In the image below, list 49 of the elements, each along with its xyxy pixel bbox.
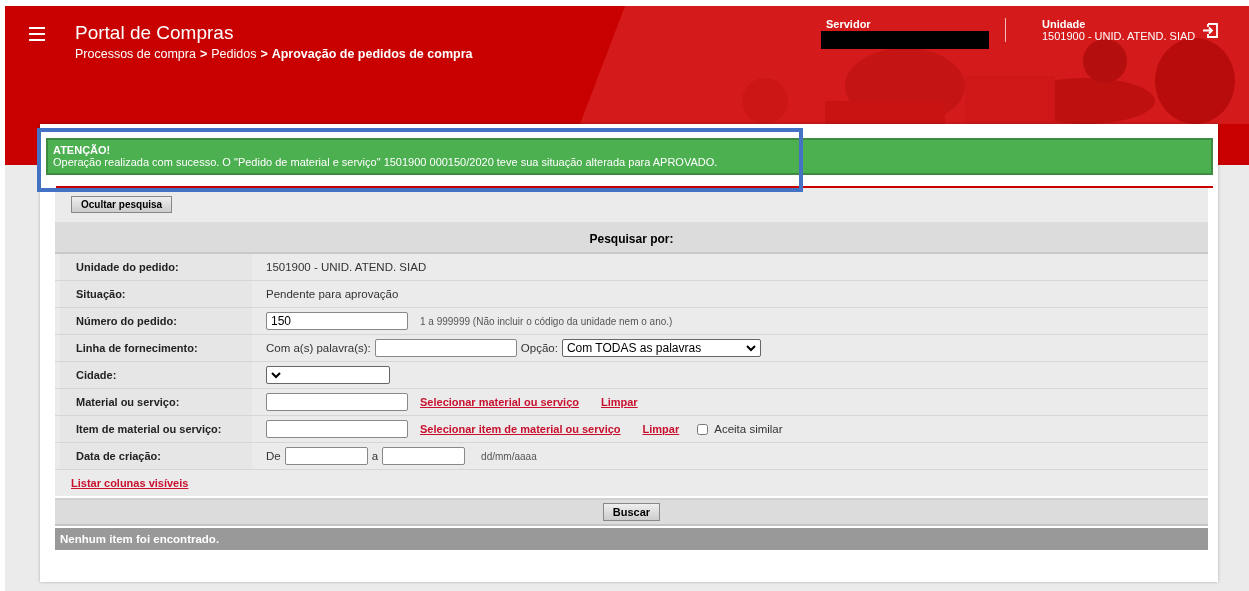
field-label: Com a(s) palavra(s):: [266, 342, 371, 354]
section-header: Pesquisar por:: [55, 222, 1208, 254]
breadcrumb-separator: >: [260, 47, 268, 61]
breadcrumb-item[interactable]: Processos de compra: [75, 47, 196, 61]
lookup-field[interactable]: [266, 393, 408, 411]
checkbox-label: Aceita similar: [714, 423, 783, 435]
keyword-field[interactable]: [374, 339, 517, 357]
caret-icon: [745, 344, 756, 352]
field-value: 1501900 - UNID. ATEND. SIAD: [266, 261, 427, 273]
menu-icon[interactable]: [27, 26, 47, 42]
breadcrumb-separator: >: [199, 47, 208, 61]
city-dropdown[interactable]: [266, 366, 390, 384]
breadcrumb-item[interactable]: Pedidos: [211, 47, 257, 61]
field-label: Número do pedido:: [76, 315, 177, 327]
field-label: De: [266, 450, 281, 462]
alert-title: ATENÇÃO!: [53, 144, 112, 156]
columns-link[interactable]: Listar colunas visíveis: [71, 477, 189, 489]
date-field[interactable]: [284, 447, 368, 465]
similar-checkbox[interactable]: [697, 423, 709, 435]
breadcrumb-item: Aprovação de pedidos de compra: [271, 47, 473, 61]
user-label: Servidor: [825, 18, 872, 30]
link[interactable]: Limpar: [642, 423, 680, 435]
field-hint: dd/mm/aaaa: [481, 450, 537, 462]
link[interactable]: Limpar: [600, 396, 638, 408]
field-label: Opção:: [520, 342, 558, 354]
field-label: Cidade:: [76, 369, 117, 381]
field-hint: 1 a 999999 (Não incluir o código da unidade nem o ano.): [420, 315, 673, 327]
lookup-field[interactable]: [266, 420, 408, 438]
unit-label: Unidade: [1042, 18, 1087, 30]
field-label: Situação:: [76, 288, 126, 300]
order-number-field[interactable]: 150: [266, 312, 408, 330]
logout-icon[interactable]: [1202, 22, 1219, 39]
link[interactable]: Selecionar material ou serviço: [420, 396, 579, 408]
link[interactable]: Selecionar item de material ou serviço: [420, 423, 621, 435]
field-label: Material ou serviço:: [76, 396, 180, 408]
result-bar: Nenhum item foi encontrado.: [55, 528, 1208, 550]
field-label: Item de material ou serviço:: [76, 423, 222, 435]
option-dropdown[interactable]: Com TODAS as palavras: [561, 339, 761, 357]
date-field[interactable]: [382, 447, 466, 465]
field-value: Pendente para aprovação: [266, 288, 399, 300]
search-button[interactable]: Buscar: [602, 503, 661, 521]
field-label: Unidade do pedido:: [76, 261, 179, 273]
hide-search-button[interactable]: Ocultar pesquisa: [71, 196, 173, 213]
field-label: a: [371, 450, 379, 462]
field-label: Data de criação:: [76, 450, 161, 462]
alert-message: Operação realizada com sucesso. O "Pedido de material e serviço" 1501900 000150/2020 teve sua situação alterada para APROVADO.: [53, 156, 719, 168]
field-label: Linha de fornecimento:: [76, 342, 198, 354]
caret-icon: [271, 371, 281, 379]
portal-title: Portal de Compras: [75, 22, 235, 44]
